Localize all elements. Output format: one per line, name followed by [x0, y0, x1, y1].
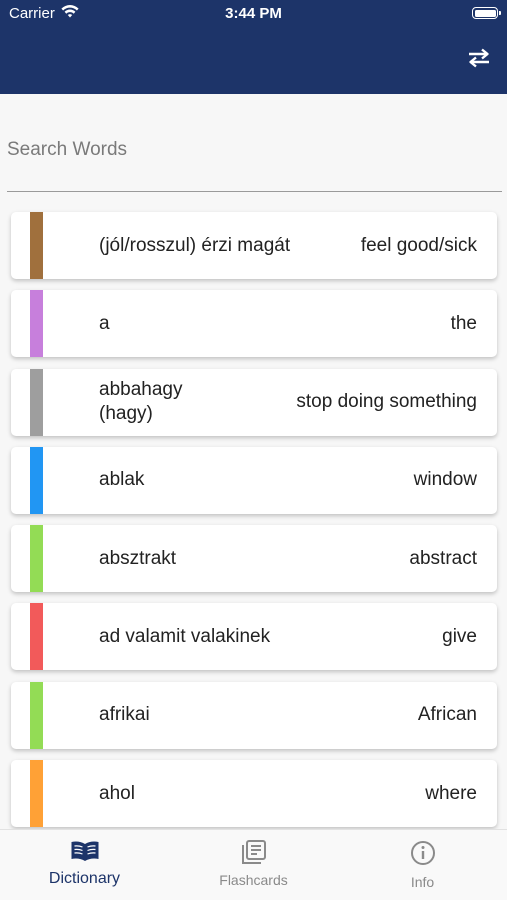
hungarian-word: (jól/rosszul) érzi magát — [99, 234, 291, 256]
hungarian-word: ahol — [99, 782, 135, 804]
english-translation: the — [450, 312, 477, 334]
open-book-icon — [70, 840, 100, 867]
info-icon — [410, 840, 436, 871]
tab-dictionary[interactable]: Dictionary — [0, 830, 169, 900]
bottom-tab-bar: Dictionary Flashcards Info — [0, 829, 507, 900]
word-card[interactable]: absztrakt abstract — [11, 525, 497, 593]
word-card[interactable]: ablak window — [11, 446, 497, 514]
word-card[interactable]: abbahagy (hagy) stop doing something — [11, 368, 497, 436]
hungarian-word: absztrakt — [99, 547, 177, 569]
category-color-bar — [30, 290, 43, 358]
word-card[interactable]: afrikai African — [11, 681, 497, 749]
category-color-bar — [30, 681, 43, 749]
hungarian-word: ad valamit valakinek — [99, 625, 271, 647]
search-field — [7, 130, 502, 192]
flashcards-icon — [241, 840, 267, 869]
swap-language-button[interactable] — [465, 46, 493, 74]
tab-flashcards-label: Flashcards — [219, 872, 288, 888]
tab-info-label: Info — [410, 874, 435, 890]
english-translation: abstract — [409, 547, 477, 569]
hungarian-word: ablak — [99, 469, 145, 491]
swap-horizontal-icon — [467, 48, 491, 73]
english-translation: feel good/sick — [360, 234, 477, 256]
english-translation: window — [413, 469, 477, 491]
hungarian-word: afrikai — [99, 704, 150, 726]
word-list: (jól/rosszul) érzi magát feel good/sick … — [11, 212, 497, 838]
status-bar: Carrier 3:44 PM — [0, 0, 507, 28]
search-input[interactable] — [7, 130, 502, 170]
category-color-bar — [30, 603, 43, 671]
english-translation: African — [417, 704, 477, 726]
category-color-bar — [30, 212, 43, 279]
english-translation: stop doing something — [296, 391, 477, 413]
tab-dictionary-label: Dictionary — [48, 870, 121, 887]
tab-info[interactable]: Info — [338, 830, 507, 900]
word-card[interactable]: (jól/rosszul) érzi magát feel good/sick — [11, 212, 497, 279]
status-time: 3:44 PM — [225, 5, 282, 22]
app-header: Carrier 3:44 PM — [0, 0, 507, 94]
hungarian-word: abbahagy (hagy) — [99, 379, 183, 425]
english-translation: where — [425, 782, 477, 804]
battery-icon — [472, 7, 501, 19]
word-card[interactable]: a the — [11, 290, 497, 358]
tab-flashcards[interactable]: Flashcards — [169, 830, 338, 900]
category-color-bar — [30, 525, 43, 593]
category-color-bar — [30, 446, 43, 514]
english-translation: give — [442, 625, 477, 647]
hungarian-word: a — [99, 312, 110, 334]
category-color-bar — [30, 368, 43, 436]
word-card[interactable]: ad valamit valakinek give — [11, 603, 497, 671]
word-card[interactable]: ahol where — [11, 760, 497, 828]
category-color-bar — [30, 760, 43, 828]
